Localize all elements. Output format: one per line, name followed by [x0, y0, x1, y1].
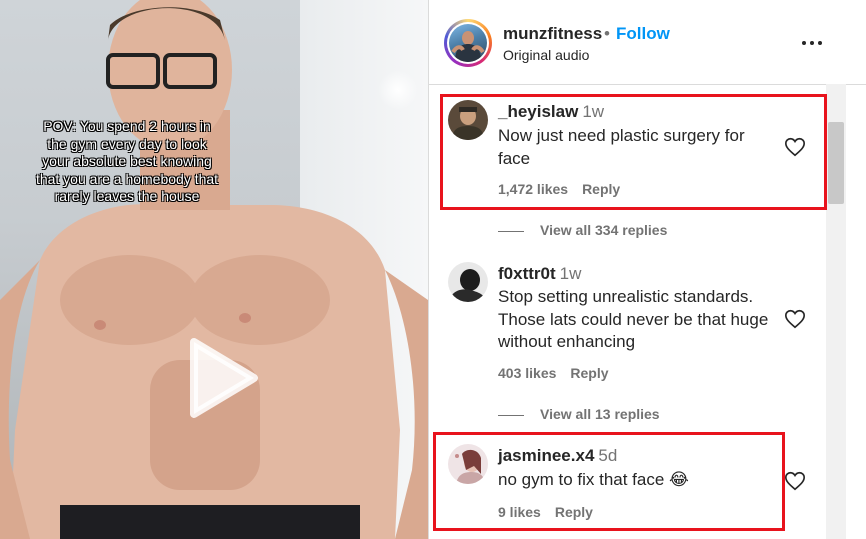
like-button[interactable]: [784, 470, 806, 492]
person-figure: [0, 0, 428, 539]
scrollbar-thumb[interactable]: [828, 122, 844, 204]
audio-link[interactable]: Original audio: [503, 47, 589, 63]
play-button[interactable]: [170, 328, 270, 428]
commenter-username[interactable]: f0xttr0t: [498, 264, 556, 283]
avatar-image: [448, 262, 488, 302]
comment-header: f0xttr0t 1w: [498, 264, 581, 284]
view-replies-label: View all 334 replies: [540, 222, 668, 238]
author-username[interactable]: munzfitness: [503, 24, 602, 44]
like-button[interactable]: [784, 308, 806, 330]
separator-dot: •: [604, 24, 610, 43]
comment-time[interactable]: 1w: [560, 264, 582, 283]
highlight-box-comment-3: [433, 432, 785, 531]
more-options-button[interactable]: [800, 30, 824, 54]
post-header: munzfitness • Follow Original audio: [428, 0, 866, 85]
view-replies-button[interactable]: View all 334 replies: [498, 222, 667, 238]
play-icon: [190, 338, 258, 418]
author-avatar[interactable]: [444, 19, 492, 67]
reel-video[interactable]: POV: You spend 2 hours in the gym every …: [0, 0, 428, 539]
view-replies-label: View all 13 replies: [540, 406, 660, 422]
comments-panel: munzfitness • Follow Original audio _hey…: [428, 0, 866, 539]
comment-item: f0xttr0t 1w Stop setting unrealistic stan…: [428, 262, 824, 392]
heart-icon: [785, 471, 805, 491]
follow-button[interactable]: Follow: [616, 24, 670, 44]
comment-text: Stop setting unrealistic standards. Thos…: [498, 287, 769, 351]
comment-meta: 403 likes Reply: [498, 365, 609, 381]
highlight-box-comment-1: [440, 94, 827, 210]
commenter-avatar[interactable]: [448, 262, 488, 302]
avatar-figure: [451, 31, 485, 62]
video-caption: POV: You spend 2 hours in the gym every …: [35, 118, 219, 204]
comment-likes[interactable]: 403 likes: [498, 365, 556, 381]
replies-line: [498, 414, 524, 416]
more-options-icon: [802, 41, 822, 45]
view-replies-button[interactable]: View all 13 replies: [498, 406, 660, 422]
replies-line: [498, 230, 524, 232]
heart-icon: [785, 309, 805, 329]
avatar-image: [449, 24, 487, 62]
reply-button[interactable]: Reply: [570, 365, 608, 381]
avatar-border: [447, 22, 489, 64]
